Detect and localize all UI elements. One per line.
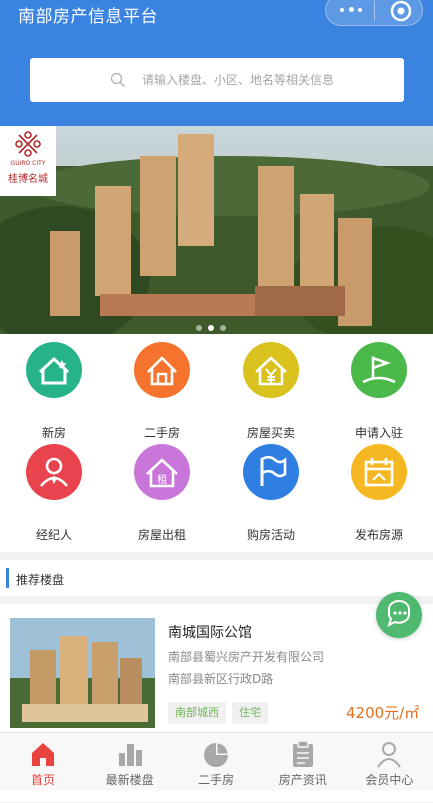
menu-item-3[interactable]: 房屋买卖: [217, 342, 325, 440]
house-rent-icon: 租: [134, 444, 190, 500]
carousel-indicator: [196, 316, 232, 334]
menu-item-4[interactable]: 申请入驻: [325, 342, 433, 440]
brand-logo: GUIRO CITY 桂博名城: [0, 126, 56, 196]
menu-item-8[interactable]: 发布房源: [325, 444, 433, 542]
menu-item-label: 二手房: [143, 426, 180, 440]
tab-label: 会员中心: [365, 773, 414, 787]
feature-grid: 新房 二手房 房屋买卖 申请入驻 经纪人租房屋出租 购房活动 发布房源: [0, 334, 433, 552]
listing-card[interactable]: 南城国际公馆 南部县蜀兴房产开发有限公司 南部县新区行政D路 南部城西 住宅 4…: [0, 604, 433, 732]
menu-item-label: 申请入驻: [354, 426, 403, 440]
section-title: 推荐楼盘: [16, 573, 65, 587]
agent-person-icon: [26, 444, 82, 500]
tab-label: 首页: [30, 773, 55, 787]
bottom-safe-area: [0, 790, 433, 802]
menu-item-label: 发布房源: [354, 528, 403, 542]
listing-thumbnail: [10, 618, 155, 728]
banner-carousel[interactable]: GUIRO CITY 桂博名城: [0, 126, 433, 334]
menu-item-label: 新房: [41, 426, 66, 440]
banner-image: [0, 126, 433, 334]
flag-ground-icon: [351, 342, 407, 398]
house-outline-icon: [134, 342, 190, 398]
menu-item-label: 房屋出租: [137, 528, 186, 542]
carousel-dot[interactable]: [220, 325, 226, 331]
menu-item-7[interactable]: 购房活动: [217, 444, 325, 542]
brand-logo-name: 桂博名城: [8, 174, 48, 185]
listing-address: 南部县新区行政D路: [168, 672, 274, 686]
section-accent-bar: [6, 568, 9, 588]
menu-item-6[interactable]: 租房屋出租: [108, 444, 216, 542]
house-star-icon: [26, 342, 82, 398]
svg-text:租: 租: [157, 473, 167, 486]
capsule-divider: [374, 1, 375, 21]
menu-item-label: 经纪人: [35, 528, 72, 542]
search-placeholder: 请输入楼盘、小区、地名等相关信息: [142, 73, 335, 87]
listing-tag-area: 南部城西: [168, 702, 226, 724]
more-dots-icon[interactable]: [340, 4, 362, 16]
carousel-dot-active[interactable]: [208, 325, 214, 331]
flag-icon: [243, 444, 299, 500]
menu-item-5[interactable]: 经纪人: [0, 444, 108, 542]
chat-bubble-icon: [387, 600, 410, 627]
search-icon: [110, 72, 125, 87]
brand-logo-subtitle: GUIRO CITY: [10, 160, 46, 167]
app-title: 南部房产信息平台: [18, 7, 158, 27]
app-header: 南部房产信息平台 请输入楼盘、小区、地名等相关信息: [0, 0, 433, 126]
listing-developer: 南部县蜀兴房产开发有限公司: [168, 650, 325, 664]
calendar-house-icon: [351, 444, 407, 500]
carousel-dot[interactable]: [196, 325, 202, 331]
menu-item-label: 房屋买卖: [246, 426, 295, 440]
tab-label: 房产资讯: [278, 773, 327, 787]
menu-item-1[interactable]: 新房: [0, 342, 108, 440]
menu-item-2[interactable]: 二手房: [108, 342, 216, 440]
listing-tag-type: 住宅: [232, 702, 268, 724]
section-header: 推荐楼盘: [0, 560, 433, 596]
search-bar[interactable]: 请输入楼盘、小区、地名等相关信息: [30, 58, 404, 102]
mini-program-capsule: [325, 0, 423, 26]
listing-price: 4200元/㎡: [346, 704, 420, 722]
house-yen-icon: [243, 342, 299, 398]
chat-fab-button[interactable]: [376, 592, 422, 638]
tab-label: 最新楼盘: [105, 773, 154, 787]
menu-item-label: 购房活动: [246, 528, 295, 542]
target-circle-icon[interactable]: [390, 0, 412, 22]
listing-title[interactable]: 南城国际公馆: [168, 622, 252, 642]
tab-label: 二手房: [198, 773, 235, 787]
